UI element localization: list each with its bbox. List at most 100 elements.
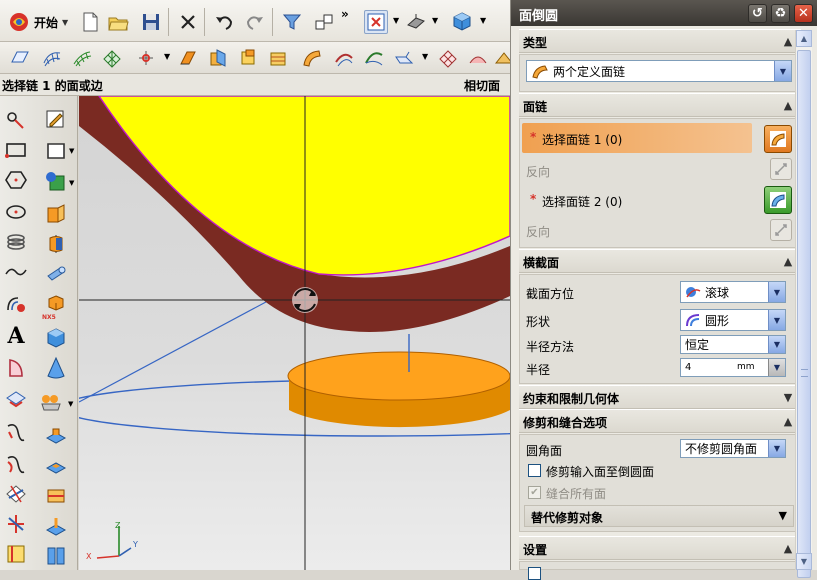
chevron-down-icon[interactable]: ▼ bbox=[768, 282, 785, 302]
select-chain1-button[interactable] bbox=[764, 125, 792, 153]
chevron-down-icon[interactable]: ▼ bbox=[393, 16, 399, 25]
orient-view-button[interactable] bbox=[312, 10, 336, 34]
line-tool-button[interactable] bbox=[3, 107, 29, 133]
feature-group-button[interactable] bbox=[38, 389, 64, 415]
point-set-button[interactable] bbox=[43, 169, 69, 195]
sew-all-checkbox[interactable]: ✔ bbox=[528, 486, 541, 499]
delete-button[interactable] bbox=[176, 10, 200, 34]
boss-button[interactable] bbox=[43, 421, 69, 447]
scroll-down-button[interactable]: ▼ bbox=[796, 553, 812, 570]
chevron-down-icon[interactable]: ▼ bbox=[768, 336, 785, 353]
section-facechain-header[interactable]: 面链 ▲ bbox=[519, 93, 801, 117]
cone-button[interactable] bbox=[43, 355, 69, 381]
pad-button[interactable] bbox=[43, 453, 69, 479]
rectangle-tool-button[interactable] bbox=[3, 137, 29, 163]
section-constraint-header[interactable]: 约束和限制几何体 ▼ bbox=[519, 385, 801, 409]
ellipse-tool-button[interactable] bbox=[3, 199, 29, 225]
type-dropdown[interactable]: 两个定义面链 ▼ bbox=[526, 60, 792, 82]
chevron-down-icon[interactable]: ▼ bbox=[432, 16, 438, 25]
block-button[interactable] bbox=[43, 325, 69, 351]
chevron-down-icon[interactable]: ▼ bbox=[164, 52, 170, 61]
face-blend-button[interactable] bbox=[300, 46, 324, 70]
chevron-down-icon[interactable]: ▼ bbox=[69, 147, 74, 155]
datum-plane-button[interactable] bbox=[43, 137, 69, 163]
trim-body-button[interactable] bbox=[206, 46, 230, 70]
n-sided-surface-button[interactable] bbox=[436, 46, 460, 70]
offset-face-button[interactable] bbox=[236, 46, 260, 70]
reverse1-button[interactable] bbox=[770, 158, 792, 180]
shaded-cube-button[interactable] bbox=[450, 10, 474, 34]
groove-button[interactable] bbox=[43, 483, 69, 509]
chevron-down-icon[interactable]: ▼ bbox=[480, 16, 486, 25]
fillet-face-dropdown[interactable]: 不修剪圆角面 ▼ bbox=[680, 439, 786, 458]
alt-trim-expander[interactable]: 替代修剪对象 ▼ bbox=[524, 505, 794, 527]
revolve-button[interactable] bbox=[43, 231, 69, 257]
undo-button[interactable] bbox=[212, 10, 236, 34]
chevron-down-icon[interactable]: ▼ bbox=[69, 179, 74, 187]
reverse2-button[interactable] bbox=[770, 219, 792, 241]
toolbar-overflow-icon[interactable]: » bbox=[341, 7, 349, 21]
polygon-tool-button[interactable] bbox=[3, 167, 29, 193]
sketch-button[interactable] bbox=[43, 107, 69, 133]
wrap-curve-button[interactable] bbox=[3, 541, 29, 567]
text-tool-button[interactable]: A bbox=[3, 323, 29, 349]
extrude-button[interactable] bbox=[176, 46, 200, 70]
save-button[interactable] bbox=[139, 10, 163, 34]
intersection-curve-button[interactable] bbox=[3, 387, 29, 413]
helix-tool-button[interactable] bbox=[3, 229, 29, 255]
chevron-down-icon[interactable]: ▼ bbox=[68, 400, 73, 408]
mesh-surface-button[interactable] bbox=[100, 46, 124, 70]
fit-view-button[interactable] bbox=[364, 10, 388, 34]
radius-input[interactable]: 4 mm ▼ bbox=[680, 358, 786, 377]
radius-method-dropdown[interactable]: 恒定 ▼ bbox=[680, 335, 786, 354]
render-style-button[interactable] bbox=[404, 10, 428, 34]
transition-button[interactable] bbox=[466, 46, 490, 70]
section-settings-header[interactable]: 设置 ▲ bbox=[519, 536, 801, 560]
chevron-down-icon[interactable]: ▼ bbox=[768, 440, 785, 457]
chevron-down-icon[interactable]: ▼ bbox=[422, 52, 428, 61]
section-type-header[interactable]: 类型 ▲ bbox=[519, 29, 801, 53]
redo-button[interactable] bbox=[243, 10, 267, 34]
select-chain2-button[interactable] bbox=[764, 186, 792, 214]
apply-button[interactable]: ♻ bbox=[771, 4, 790, 23]
ruled-surface-button[interactable] bbox=[40, 46, 64, 70]
section-trim-header[interactable]: 修剪和缝合选项 ▲ bbox=[519, 409, 801, 433]
orientation-dropdown[interactable]: 滚球 ▼ bbox=[680, 281, 786, 303]
close-button[interactable]: ✕ bbox=[794, 4, 813, 23]
dialog-scrollbar[interactable]: ▲ ▼ bbox=[795, 30, 812, 578]
scroll-up-button[interactable]: ▲ bbox=[796, 30, 812, 47]
tube-button[interactable] bbox=[43, 261, 69, 287]
new-file-button[interactable] bbox=[78, 10, 102, 34]
slot-button[interactable] bbox=[43, 513, 69, 539]
styled-sweep-button[interactable] bbox=[362, 46, 386, 70]
projection-curve-button[interactable] bbox=[3, 355, 29, 381]
bounded-plane-button[interactable] bbox=[8, 46, 32, 70]
scroll-thumb[interactable] bbox=[797, 50, 811, 578]
chain2-label[interactable]: 选择面链 2 (0) bbox=[542, 193, 622, 210]
chevron-down-icon[interactable]: ▼ bbox=[774, 61, 791, 81]
reset-button[interactable]: ↺ bbox=[748, 4, 767, 23]
trim-input-checkbox[interactable] bbox=[528, 464, 541, 477]
point-constructor-button[interactable] bbox=[134, 46, 158, 70]
offset-curve-button[interactable] bbox=[3, 291, 29, 317]
start-menu-button[interactable]: 开始 ▼ bbox=[8, 9, 68, 35]
chevron-down-icon[interactable]: ▼ bbox=[768, 310, 785, 330]
isoparametric-curve-button[interactable] bbox=[3, 419, 29, 445]
chevron-down-icon[interactable]: ▼ bbox=[779, 509, 787, 522]
shape-dropdown[interactable]: 圆形 ▼ bbox=[680, 309, 786, 331]
extract-curve-button[interactable] bbox=[3, 511, 29, 537]
tab-feature-button[interactable] bbox=[43, 543, 69, 569]
selection-filter-button[interactable] bbox=[280, 10, 304, 34]
chevron-down-icon[interactable]: ▼ bbox=[768, 359, 785, 376]
silhouette-flange-button[interactable] bbox=[392, 46, 416, 70]
open-file-button[interactable] bbox=[106, 10, 130, 34]
through-curves-button[interactable] bbox=[70, 46, 94, 70]
law-curve-button[interactable] bbox=[3, 259, 29, 285]
section-cross-header[interactable]: 横截面 ▲ bbox=[519, 249, 801, 273]
section-surface-button[interactable] bbox=[332, 46, 356, 70]
extrude-body-button[interactable] bbox=[43, 201, 69, 227]
graphics-window[interactable]: Z X Y bbox=[79, 96, 510, 570]
sew-button[interactable] bbox=[266, 46, 290, 70]
section-curve-button[interactable] bbox=[3, 481, 29, 507]
settings-checkbox[interactable] bbox=[528, 567, 541, 580]
